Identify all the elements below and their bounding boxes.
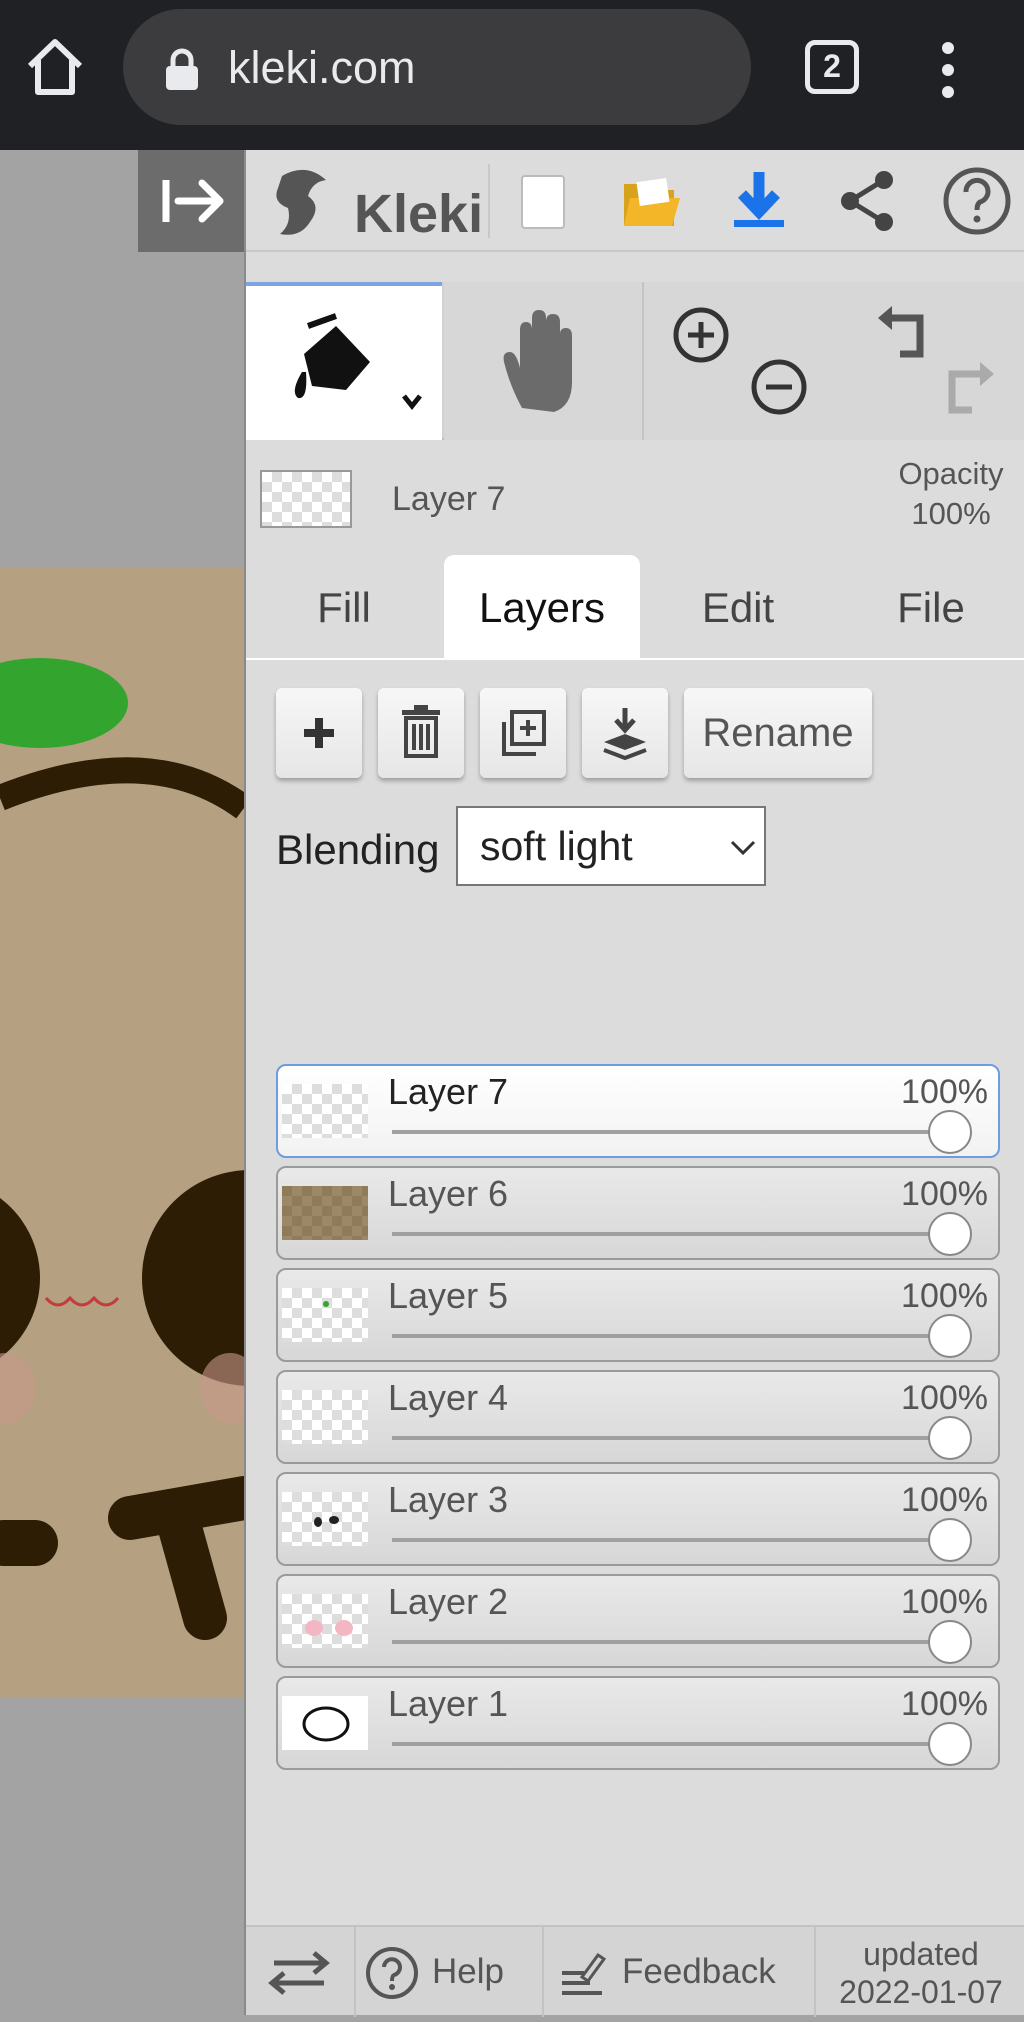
logo-text: Kleki [354, 184, 484, 244]
layer-opacity: 100% [901, 1379, 988, 1417]
feedback-pen-icon [562, 1952, 607, 1995]
layer-opacity: 100% [901, 1685, 988, 1723]
layer-opacity: 100% [901, 1583, 988, 1621]
layer-thumbnail [282, 1696, 368, 1750]
layer-name: Layer 4 [388, 1377, 509, 1418]
app-toolbar: Kleki [246, 150, 1024, 252]
collapse-sidebar-button[interactable] [138, 150, 244, 252]
opacity-slider-handle[interactable] [928, 1620, 972, 1664]
tab-layers[interactable]: Layers [444, 555, 640, 660]
active-layer-name: Layer 7 [392, 480, 506, 518]
layer-name: Layer 5 [388, 1275, 509, 1316]
layer-thumbnail [282, 1492, 368, 1546]
opacity-slider-handle[interactable] [928, 1518, 972, 1562]
layer-row-6[interactable]: Layer 6 100% [276, 1166, 1000, 1260]
layers-panel: Rename Blending soft light Layer 7 100% … [246, 660, 1024, 1930]
browser-toolbar: kleki.com 2 [0, 0, 1024, 150]
layer-thumbnail [282, 1390, 368, 1444]
layer-name: Layer 6 [388, 1173, 509, 1214]
layer-name: Layer 2 [388, 1581, 509, 1622]
opacity-slider-handle[interactable] [928, 1416, 972, 1460]
toolbar-divider [488, 164, 490, 238]
help-circle-icon [366, 1947, 418, 1999]
layer-name: Layer 3 [388, 1479, 509, 1520]
layer-opacity: 100% [901, 1481, 988, 1519]
layer-opacity: 100% [901, 1073, 988, 1111]
lock-icon [162, 48, 202, 92]
opacity-slider-track[interactable] [392, 1640, 952, 1644]
layer-name: Layer 1 [388, 1683, 509, 1724]
layer-thumbnail [282, 1288, 368, 1342]
sidebar: Kleki Layer 7 Opacity 100% Fill Layers E… [244, 150, 1024, 2017]
layer-row-3[interactable]: Layer 3 100% [276, 1472, 1000, 1566]
layer-row-1[interactable]: Layer 1 100% [276, 1676, 1000, 1770]
feedback-label: Feedback [622, 1952, 776, 1991]
opacity-slider-handle[interactable] [928, 1110, 972, 1154]
layer-row-5[interactable]: Layer 5 100% [276, 1268, 1000, 1362]
tool-row [246, 282, 1024, 440]
opacity-slider-track[interactable] [392, 1130, 952, 1134]
layer-row-7[interactable]: Layer 7 100% [276, 1064, 1000, 1158]
drawing-canvas[interactable] [0, 568, 244, 1698]
footer-bar: Help Feedback updated 2022-01-07 [246, 1925, 1024, 2017]
layer-row-4[interactable]: Layer 4 100% [276, 1370, 1000, 1464]
feedback-button[interactable]: Feedback [544, 1927, 814, 2017]
tab-fill[interactable]: Fill [246, 555, 442, 660]
download-icon[interactable] [724, 164, 794, 238]
help-icon[interactable] [940, 164, 1011, 238]
layer-thumbnail [282, 1186, 368, 1240]
updated-label: updated [863, 1936, 979, 1972]
new-image-icon[interactable] [508, 164, 578, 238]
opacity-slider-track[interactable] [392, 1232, 952, 1236]
layer-thumbnail [282, 1084, 368, 1138]
layer-thumbnail [282, 1594, 368, 1648]
open-folder-icon[interactable] [616, 164, 686, 238]
redo-icon[interactable] [934, 360, 1000, 422]
layer-row-2[interactable]: Layer 2 100% [276, 1574, 1000, 1668]
opacity-slider-handle[interactable] [928, 1314, 972, 1358]
url-text[interactable]: kleki.com [228, 38, 416, 98]
opacity-slider-track[interactable] [392, 1742, 952, 1746]
opacity-value[interactable]: 100% [886, 494, 1016, 534]
undo-icon[interactable] [872, 304, 938, 366]
more-menu-icon[interactable] [928, 40, 968, 100]
tab-edit[interactable]: Edit [640, 555, 836, 660]
tab-file[interactable]: File [836, 555, 1024, 660]
opacity-slider-track[interactable] [392, 1436, 952, 1440]
canvas-area[interactable] [0, 150, 244, 2015]
merge-layer-button[interactable] [582, 688, 668, 778]
layer-opacity: 100% [901, 1277, 988, 1315]
layer-opacity: 100% [901, 1175, 988, 1213]
opacity-slider-handle[interactable] [928, 1722, 972, 1766]
swap-sides-button[interactable] [246, 1927, 352, 2017]
add-layer-button[interactable] [276, 688, 362, 778]
active-layer-thumbnail [260, 470, 352, 528]
delete-layer-button[interactable] [378, 688, 464, 778]
rename-layer-button[interactable]: Rename [684, 688, 872, 778]
help-button[interactable]: Help [356, 1927, 540, 2017]
blending-label: Blending [276, 826, 440, 873]
zoom-out-icon[interactable] [748, 356, 810, 418]
address-bar[interactable] [123, 9, 751, 125]
paint-bucket-tool[interactable] [246, 282, 442, 440]
panel-tabs: Fill Layers Edit File [246, 555, 1024, 660]
chevron-down-icon [730, 840, 756, 856]
zoom-in-icon[interactable] [670, 304, 732, 366]
home-icon[interactable] [22, 34, 88, 100]
duplicate-layer-button[interactable] [480, 688, 566, 778]
blending-value: soft light [480, 823, 633, 869]
blending-select[interactable]: soft light [456, 806, 766, 886]
opacity-slider-handle[interactable] [928, 1212, 972, 1256]
tab-switcher-button[interactable]: 2 [805, 40, 859, 94]
updated-date: 2022-01-07 [839, 1974, 1003, 2010]
kleki-logo[interactable]: Kleki [266, 162, 483, 244]
opacity-slider-track[interactable] [392, 1334, 952, 1338]
layer-name: Layer 7 [388, 1071, 509, 1112]
zoom-undo-group [642, 282, 1024, 440]
opacity-label: Opacity [898, 456, 1004, 491]
help-label: Help [432, 1952, 504, 1991]
hand-tool[interactable] [444, 282, 642, 440]
opacity-slider-track[interactable] [392, 1538, 952, 1542]
share-icon[interactable] [832, 164, 902, 238]
